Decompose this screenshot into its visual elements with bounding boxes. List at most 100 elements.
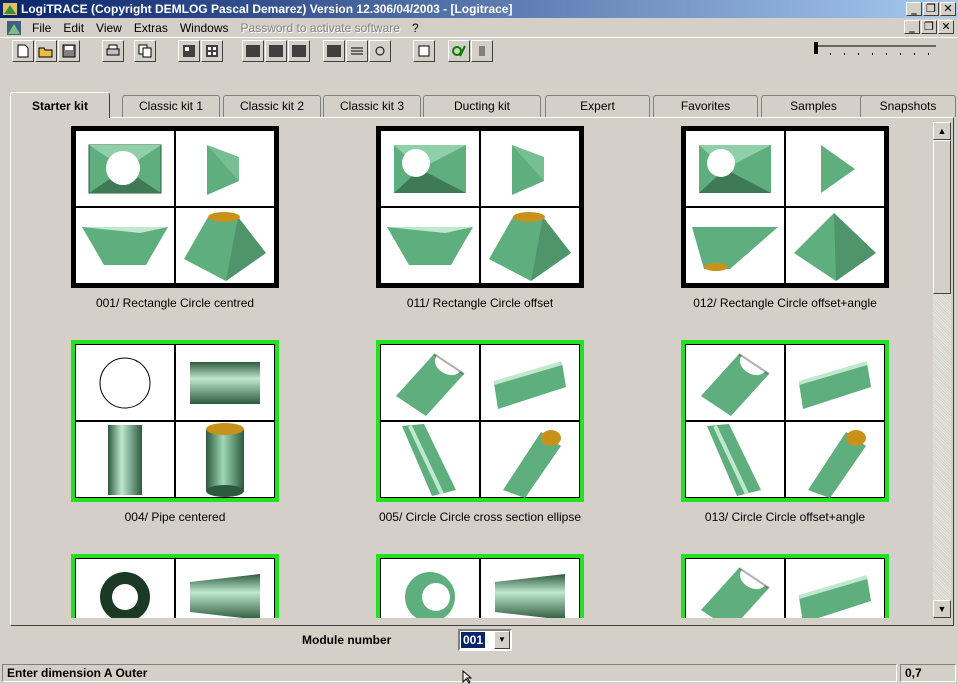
preview-view (380, 558, 480, 618)
copy-icon (138, 44, 152, 58)
square-icon (292, 45, 306, 57)
menu-extras[interactable]: Extras (128, 21, 174, 35)
doc-close-button[interactable]: ✕ (938, 20, 954, 34)
preview-view (380, 344, 480, 421)
preview-view (685, 130, 785, 207)
print-button[interactable] (102, 40, 124, 62)
module-label: 004/ Pipe centered (124, 510, 226, 524)
tab-snapshots[interactable]: Snapshots (860, 95, 956, 117)
menu-edit[interactable]: Edit (57, 21, 90, 35)
menu-help[interactable]: ? (406, 21, 425, 35)
status-bar: Enter dimension A Outer 0,7 (0, 662, 958, 684)
app-icon (3, 3, 17, 15)
module-card[interactable] (376, 554, 588, 618)
layers-icon (351, 47, 363, 55)
save-icon (62, 44, 76, 58)
preview-view (175, 421, 275, 498)
module-card[interactable]: 012/ Rectangle Circle offset+angle (681, 126, 893, 310)
gallery-viewport: 001/ Rectangle Circle centred 011/ Rectan… (11, 122, 931, 618)
preview-view (480, 558, 580, 618)
scroll-up-button[interactable]: ▲ (933, 122, 951, 140)
tab-expert[interactable]: Expert (545, 95, 650, 117)
new-file-button[interactable] (12, 40, 34, 62)
tab-favorites[interactable]: Favorites (653, 95, 758, 117)
module-card[interactable] (681, 554, 893, 618)
module-preview[interactable] (71, 340, 279, 502)
view-button-1[interactable] (178, 40, 200, 62)
module-preview[interactable] (71, 554, 279, 618)
vertical-scrollbar[interactable]: ▲ ▼ (933, 122, 951, 618)
settings-button[interactable] (369, 40, 391, 62)
chevron-down-icon[interactable]: ▼ (494, 631, 510, 649)
module-preview[interactable] (376, 126, 584, 288)
zoom-slider[interactable] (814, 42, 938, 60)
preview-view (380, 421, 480, 498)
tab-samples[interactable]: Samples (761, 95, 866, 117)
open-folder-button[interactable] (35, 40, 57, 62)
tab-classic-kit-1[interactable]: Classic kit 1 (122, 95, 220, 117)
module-preview[interactable] (71, 126, 279, 288)
view-button-5[interactable] (288, 40, 310, 62)
curve-button[interactable] (448, 40, 470, 62)
module-card[interactable]: 011/ Rectangle Circle offset (376, 126, 588, 310)
view-button-3[interactable] (242, 40, 264, 62)
menu-view[interactable]: View (90, 21, 128, 35)
status-value: 0,7 (900, 664, 956, 682)
preview-view (480, 207, 580, 284)
view-button-2[interactable] (201, 40, 223, 62)
doc-minimize-button[interactable]: _ (904, 20, 920, 34)
view-button-6[interactable] (323, 40, 345, 62)
preview-view (685, 421, 785, 498)
module-preview[interactable] (681, 340, 889, 502)
preview-view (75, 421, 175, 498)
save-button[interactable] (58, 40, 80, 62)
module-preview[interactable] (681, 126, 889, 288)
module-label: 011/ Rectangle Circle offset (406, 296, 554, 310)
doc-restore-button[interactable]: ❐ (921, 20, 937, 34)
view-button-4[interactable] (265, 40, 287, 62)
menu-bar: File Edit View Extras Windows Password t… (0, 18, 958, 37)
module-label: 013/ Circle Circle offset+angle (704, 510, 866, 524)
module-card[interactable] (71, 554, 283, 618)
preview-view (685, 558, 785, 618)
info-button[interactable] (471, 40, 493, 62)
module-card[interactable]: 013/ Circle Circle offset+angle (681, 340, 893, 524)
square-icon (269, 45, 283, 57)
module-preview[interactable] (376, 554, 584, 618)
copy-button[interactable] (134, 40, 156, 62)
toolbar (0, 37, 958, 85)
close-button[interactable]: ✕ (940, 2, 956, 16)
tab-starter-kit[interactable]: Starter kit (10, 92, 110, 118)
maximize-button[interactable]: ❐ (923, 2, 939, 16)
module-number-select[interactable]: 001 ▼ (458, 629, 512, 651)
new-file-icon (17, 44, 29, 58)
preview-view (75, 558, 175, 618)
square-icon (246, 45, 260, 57)
module-card[interactable]: 004/ Pipe centered (71, 340, 283, 524)
module-preview[interactable] (376, 340, 584, 502)
document-icon[interactable] (6, 20, 22, 36)
preview-view (785, 421, 885, 498)
preview-view (785, 558, 885, 618)
module-card[interactable]: 001/ Rectangle Circle centred (71, 126, 283, 310)
tab-classic-kit-2[interactable]: Classic kit 2 (223, 95, 321, 117)
module-preview[interactable] (681, 554, 889, 618)
preview-view (175, 207, 275, 284)
menu-file[interactable]: File (26, 21, 57, 35)
module-number-label: Module number (302, 633, 392, 647)
tab-classic-kit-3[interactable]: Classic kit 3 (323, 95, 421, 117)
scroll-down-button[interactable]: ▼ (933, 600, 951, 618)
menu-windows[interactable]: Windows (174, 21, 235, 35)
preview-view (785, 130, 885, 207)
preview-view (785, 344, 885, 421)
module-label: 001/ Rectangle Circle centred (95, 296, 255, 310)
frame-button[interactable] (413, 40, 435, 62)
scroll-thumb[interactable] (933, 140, 951, 294)
minimize-button[interactable]: _ (906, 2, 922, 16)
grid-icon (183, 45, 195, 57)
curve-icon (452, 45, 466, 57)
preview-view (380, 130, 480, 207)
module-card[interactable]: 005/ Circle Circle cross section ellipse (376, 340, 588, 524)
tab-ducting-kit[interactable]: Ducting kit (423, 95, 541, 117)
layers-button[interactable] (346, 40, 368, 62)
